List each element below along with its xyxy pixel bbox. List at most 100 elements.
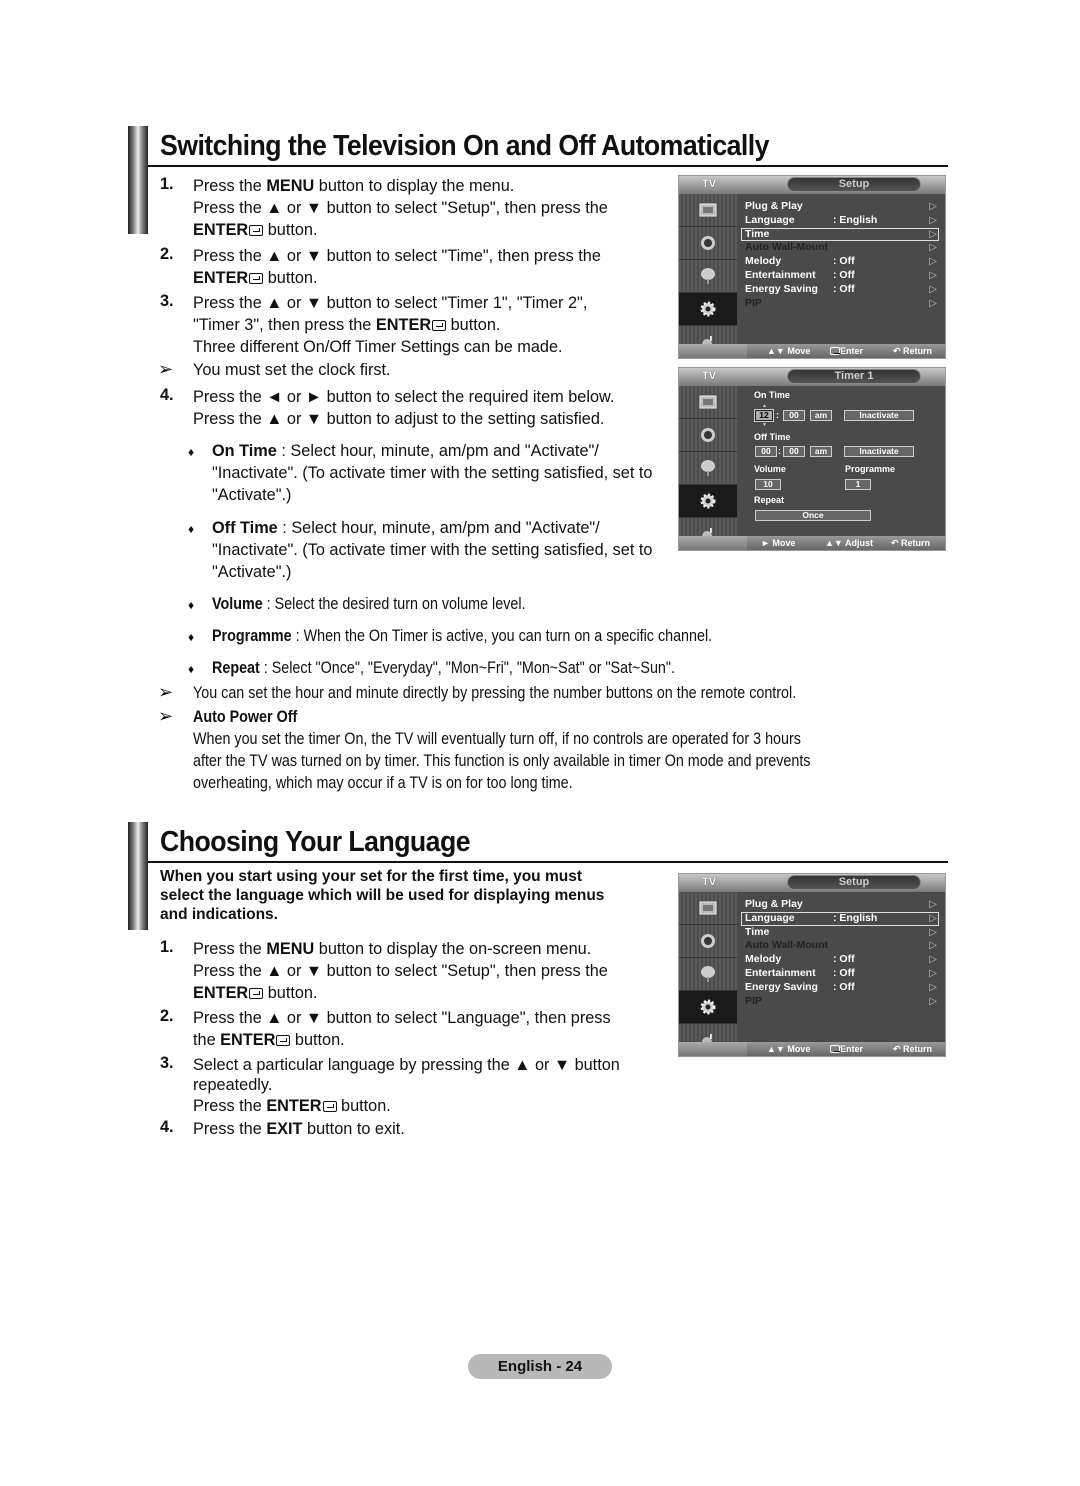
step-number: 3.	[160, 1054, 174, 1072]
step-text: Select a particular language by pressing…	[193, 1056, 620, 1074]
osd-menu-item[interactable]: Melody: Off ▷	[741, 255, 939, 269]
submenu-arrow-icon: ▷	[929, 912, 937, 924]
on-minute-field[interactable]: 00	[783, 410, 805, 421]
osd-menu-item[interactable]: Auto Wall-Mount ▷	[741, 241, 939, 255]
osd-menu-item[interactable]: Plug & Play ▷	[741, 200, 939, 214]
bullet-text: Programme : When the On Timer is active,…	[212, 625, 712, 647]
text: Press the	[193, 1097, 267, 1115]
on-ampm-field[interactable]: am	[810, 410, 832, 421]
osd-menu-item[interactable]: Energy Saving: Off ▷	[741, 283, 939, 297]
osd-side-picture[interactable]	[679, 386, 737, 419]
osd-side-sound[interactable]	[679, 227, 737, 260]
osd-side-channel[interactable]	[679, 958, 737, 991]
gear-icon	[700, 301, 716, 317]
note-text: overheating, which may occur if a TV is …	[193, 774, 573, 792]
osd-menu-item[interactable]: Auto Wall-Mount ▷	[741, 939, 939, 953]
return-hint: ↶ Return	[891, 538, 931, 548]
step-text: repeatedly.	[193, 1076, 273, 1094]
step-text: Press the ▲ or ▼ button to select "Timer…	[193, 294, 588, 312]
repeat-label: Repeat	[754, 495, 785, 505]
osd-item-value: : Off	[833, 953, 855, 966]
osd-side-setup[interactable]	[679, 485, 737, 518]
osd-tv-label: TV	[701, 876, 717, 888]
step-text: Press the MENU button to display the men…	[193, 175, 514, 197]
step-number: 1.	[160, 938, 174, 956]
antenna-icon	[701, 460, 715, 476]
heading-rule	[148, 165, 948, 167]
enter-keyword: ENTER	[266, 1097, 322, 1115]
submenu-arrow-icon: ▷	[929, 214, 937, 226]
osd-menu-item[interactable]: Melody: Off ▷	[741, 953, 939, 967]
text: button.	[263, 269, 318, 287]
text: : Select the desired turn on volume leve…	[262, 595, 526, 613]
off-activate-field[interactable]: Inactivate	[844, 446, 914, 457]
off-ampm-field[interactable]: am	[810, 446, 832, 457]
osd-menu-item[interactable]: Language: English ▷	[741, 911, 939, 926]
step-text: Press the ▲ or ▼ button to select "Setup…	[193, 962, 608, 980]
osd-menu-item[interactable]: Entertainment: Off ▷	[741, 967, 939, 981]
tv-osd-timer: TV Timer 1 On Time ▲ 12 : 00 am Inactiva…	[678, 367, 946, 551]
osd-menu-item[interactable]: PIP ▷	[741, 995, 939, 1009]
submenu-arrow-icon: ▷	[929, 926, 937, 938]
osd-item-label: Energy Saving	[745, 282, 818, 295]
off-minute-field[interactable]: 00	[783, 446, 805, 457]
volume-field[interactable]: 10	[755, 479, 781, 490]
gear-icon	[700, 493, 716, 509]
osd-menu-item[interactable]: PIP ▷	[741, 297, 939, 311]
osd-menu-item[interactable]: Time ▷	[741, 227, 939, 242]
osd-menu-item[interactable]: Plug & Play ▷	[741, 898, 939, 912]
step-text: Press the ▲ or ▼ button to select "Setup…	[193, 199, 608, 217]
osd-side-picture[interactable]	[679, 892, 737, 925]
text: button to display the menu.	[314, 177, 515, 195]
text: Press the	[193, 1120, 267, 1138]
osd-menu-list: Plug & Play ▷ Language: English ▷ Time ▷ Auto …	[741, 898, 939, 1008]
bullet-icon: ♦	[188, 598, 195, 612]
osd-item-label: Auto Wall-Mount	[745, 939, 829, 952]
osd-header: TV Setup	[679, 176, 945, 194]
osd-title: Timer 1	[787, 369, 921, 384]
on-activate-field[interactable]: Inactivate	[844, 410, 914, 421]
programme-field[interactable]: 1	[845, 479, 871, 490]
text: : Select "Once", "Everyday", "Mon~Fri", …	[259, 659, 675, 677]
osd-menu-item[interactable]: Entertainment: Off ▷	[741, 269, 939, 283]
bullet-icon: ♦	[188, 662, 195, 676]
move-hint: ▲▼ Move	[767, 1044, 811, 1054]
antenna-icon	[701, 966, 715, 982]
repeat-field[interactable]: Once	[755, 510, 871, 521]
osd-side-picture[interactable]	[679, 194, 737, 227]
text: Enter	[840, 1044, 864, 1054]
osd-header: TV Timer 1	[679, 368, 945, 386]
text: When you start using your set for the fi…	[160, 868, 582, 885]
osd-title: Setup	[787, 177, 921, 192]
osd-sidebar	[679, 386, 737, 550]
osd-item-label: Entertainment	[745, 268, 816, 281]
osd-side-sound[interactable]	[679, 925, 737, 958]
enter-keyword: ENTER	[193, 221, 249, 239]
enter-icon	[830, 1045, 841, 1053]
enter-icon	[432, 320, 447, 331]
off-hour-field[interactable]: 00	[755, 446, 777, 457]
on-hour-field[interactable]: 12	[754, 409, 774, 422]
osd-side-channel[interactable]	[679, 260, 737, 293]
osd-menu-item[interactable]: Energy Saving: Off ▷	[741, 981, 939, 995]
bullet-text: Repeat : Select "Once", "Everyday", "Mon…	[212, 657, 675, 679]
osd-item-label: Plug & Play	[745, 200, 803, 212]
enter-icon	[249, 988, 264, 999]
text: button to display the on-screen menu.	[314, 940, 592, 958]
bullet-term: Volume	[212, 595, 263, 613]
osd-menu-item[interactable]: Language: English ▷	[741, 214, 939, 228]
osd-menu-item[interactable]: Time ▷	[741, 926, 939, 940]
osd-side-setup[interactable]	[679, 293, 737, 326]
osd-footer: ► Move ▲▼ Adjust ↶ Return	[679, 536, 945, 550]
bullet-term: Repeat	[212, 659, 260, 677]
bullet-text: On Time : Select hour, minute, am/pm and…	[212, 440, 599, 462]
osd-side-sound[interactable]	[679, 419, 737, 452]
osd-item-label: Time	[745, 925, 770, 938]
step-text: ENTER button.	[193, 219, 318, 241]
osd-side-channel[interactable]	[679, 452, 737, 485]
osd-side-setup[interactable]	[679, 991, 737, 1024]
picture-icon	[699, 901, 717, 915]
osd-item-label: Language	[745, 911, 795, 924]
down-arrow-icon: ▼	[762, 422, 767, 428]
osd-item-label: Melody	[745, 255, 782, 268]
